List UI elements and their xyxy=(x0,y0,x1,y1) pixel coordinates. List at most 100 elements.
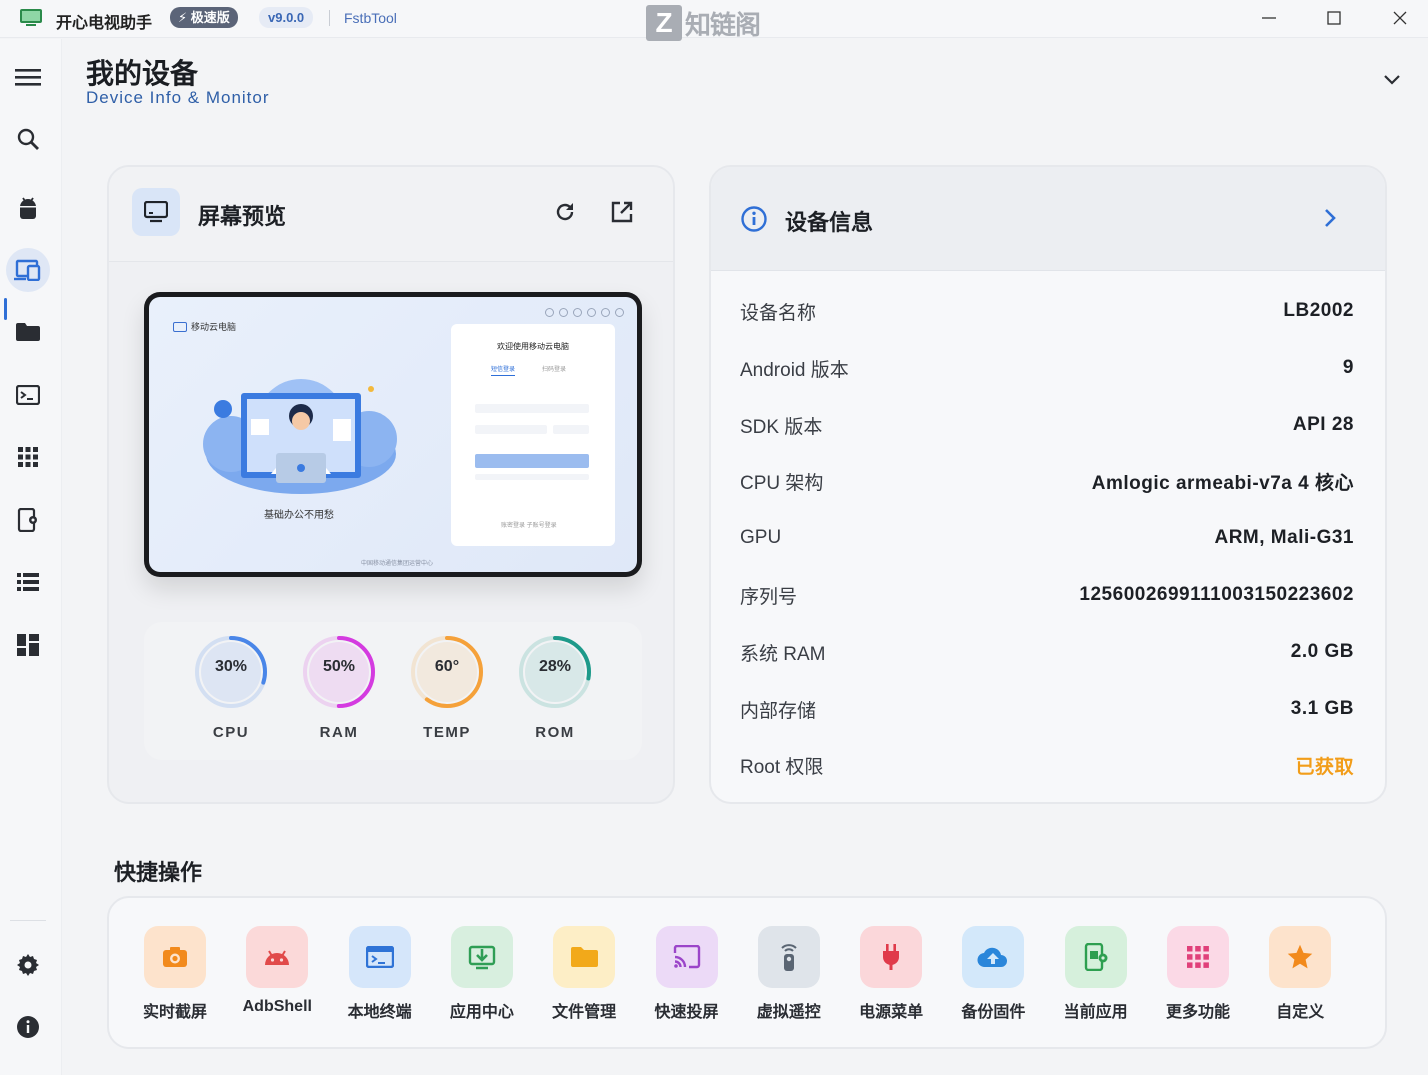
preview-title: 屏幕预览 xyxy=(198,204,287,229)
info-label: SDK 版本 xyxy=(740,416,823,438)
list-icon xyxy=(17,573,39,591)
menu-button[interactable] xyxy=(6,55,50,99)
quick-action-app-download[interactable]: 应用中心 xyxy=(432,926,532,1022)
quick-action-cast[interactable]: 快速投屏 xyxy=(637,926,737,1022)
info-value: 2.0 GB xyxy=(1290,641,1354,662)
screen-preview-card: 屏幕预览 移动云电脑 基础办公不用愁 中国移动通信集团运营中心 欢迎使用移动云电… xyxy=(107,165,675,804)
star-icon xyxy=(1269,926,1332,988)
quick-action-android[interactable]: AdbShell xyxy=(227,926,327,1016)
screen-brand-text: 移动云电脑 xyxy=(191,322,237,332)
folder-icon xyxy=(16,323,40,341)
chevron-right-icon[interactable] xyxy=(1317,205,1343,231)
quick-action-label: 当前应用 xyxy=(1063,1004,1128,1021)
device-screen: 移动云电脑 基础办公不用愁 中国移动通信集团运营中心 欢迎使用移动云电脑 短信登… xyxy=(149,297,637,572)
cast-icon xyxy=(655,926,718,988)
quick-action-current-app[interactable]: 当前应用 xyxy=(1046,926,1146,1022)
screen-caption: 基础办公不用愁 xyxy=(264,510,334,521)
nav-about[interactable] xyxy=(6,1005,50,1049)
current-app-icon xyxy=(1064,926,1127,988)
android-icon xyxy=(20,197,36,219)
info-row-cpu-arch: CPU 架构 Amlogic armeabi-v7a 4 核心 xyxy=(740,461,1354,501)
quick-action-folder[interactable]: 文件管理 xyxy=(534,926,634,1022)
info-label: CPU 架构 xyxy=(740,472,824,494)
gauge-value: 30% xyxy=(214,658,248,675)
nav-android[interactable] xyxy=(6,186,50,230)
preview-header: 屏幕预览 xyxy=(109,167,673,262)
close-icon xyxy=(1393,11,1407,25)
login-button xyxy=(475,454,589,468)
quick-action-star[interactable]: 自定义 xyxy=(1250,926,1350,1022)
nav-dashboard[interactable] xyxy=(6,623,50,667)
login-links: 账密登录 子账号登录 xyxy=(501,523,557,529)
code-button xyxy=(553,425,589,434)
title-bar: 开心电视助手 ⚡ 极速版 v9.0.0 FstbTool Z 知链阁 xyxy=(0,0,1428,41)
resource-gauges: 30% CPU 50% RAM 60° TEMP 28% ROM xyxy=(144,622,642,760)
info-value: ARM, Mali-G31 xyxy=(1214,527,1354,548)
gauge-value: 50% xyxy=(322,658,356,675)
info-row-sdk: SDK 版本 API 28 xyxy=(740,405,1354,445)
sidebar-divider xyxy=(10,920,46,921)
info-value: LB2002 xyxy=(1283,300,1354,321)
nav-terminal[interactable] xyxy=(6,373,50,417)
nav-devices[interactable] xyxy=(6,248,50,292)
camera-icon xyxy=(144,926,206,988)
terminal-icon xyxy=(16,385,40,405)
minimize-button[interactable] xyxy=(1249,4,1289,32)
quick-action-label: 更多功能 xyxy=(1165,1004,1230,1021)
phone-field xyxy=(475,404,589,413)
chevron-down-icon[interactable] xyxy=(1378,66,1406,94)
nav-apps[interactable] xyxy=(6,435,50,479)
open-external-icon[interactable] xyxy=(610,200,634,224)
gauge-label: ROM xyxy=(535,724,575,741)
info-icon xyxy=(17,1016,39,1038)
info-header[interactable]: 设备信息 xyxy=(711,167,1385,271)
close-button[interactable] xyxy=(1380,4,1420,32)
maximize-icon xyxy=(1327,11,1341,25)
quick-action-label: 应用中心 xyxy=(449,1004,514,1021)
grid-apps-icon xyxy=(18,447,38,467)
quick-action-grid-apps[interactable]: 更多功能 xyxy=(1148,926,1248,1022)
quick-action-terminal[interactable]: 本地终端 xyxy=(330,926,430,1022)
power-plug-icon xyxy=(860,926,923,988)
quick-action-power-plug[interactable]: 电源菜单 xyxy=(841,926,941,1022)
gauge-value: 28% xyxy=(538,658,572,675)
info-label: 系统 RAM xyxy=(740,643,826,665)
version-badge: v9.0.0 xyxy=(259,7,314,28)
quick-action-camera[interactable]: 实时截屏 xyxy=(125,926,225,1022)
device-screen-frame[interactable]: 移动云电脑 基础办公不用愁 中国移动通信集团运营中心 欢迎使用移动云电脑 短信登… xyxy=(144,292,642,577)
screen-toolbar xyxy=(545,308,624,317)
gauge-label: RAM xyxy=(319,724,359,741)
cloud-upload-icon xyxy=(962,926,1025,988)
info-value: API 28 xyxy=(1292,414,1354,435)
quick-actions-card: 实时截屏 AdbShell 本地终端 应用中心 文件管理 快速投屏 虚拟遥控 电源菜单 备份固件… xyxy=(107,896,1387,1049)
grid-apps-icon xyxy=(1167,926,1229,988)
info-label: Root 权限 xyxy=(740,756,824,778)
nav-search[interactable] xyxy=(6,117,50,161)
sidebar xyxy=(0,39,62,1075)
maximize-button[interactable] xyxy=(1314,4,1354,32)
info-label: Android 版本 xyxy=(740,359,849,381)
info-label: GPU xyxy=(740,527,782,548)
minimize-icon xyxy=(1262,17,1276,19)
info-value: 9 xyxy=(1342,357,1354,378)
app-download-icon xyxy=(450,926,513,988)
nav-phone-settings[interactable] xyxy=(6,498,50,542)
nav-files[interactable] xyxy=(6,310,50,354)
app-name: 开心电视助手 xyxy=(56,15,153,32)
info-row-android-version: Android 版本 9 xyxy=(740,348,1354,388)
refresh-icon[interactable] xyxy=(553,200,577,224)
preview-icon-box xyxy=(132,188,180,236)
terminal-icon xyxy=(348,926,411,988)
gauge-label: CPU xyxy=(212,724,250,741)
quick-action-remote[interactable]: 虚拟遥控 xyxy=(739,926,839,1022)
quick-action-label: 电源菜单 xyxy=(859,1004,924,1021)
nav-list[interactable] xyxy=(6,560,50,604)
quick-action-cloud-upload[interactable]: 备份固件 xyxy=(943,926,1043,1022)
root-status-value: 已获取 xyxy=(1295,756,1354,778)
nav-settings[interactable] xyxy=(6,943,50,987)
screen-brand: 移动云电脑 xyxy=(173,320,236,333)
login-panel: 欢迎使用移动云电脑 短信登录 扫码登录 账密登录 子账号登录 xyxy=(451,324,615,546)
office-illustration xyxy=(203,379,397,494)
login-tab-qr: 扫码登录 xyxy=(542,367,567,373)
info-title: 设备信息 xyxy=(785,210,874,235)
